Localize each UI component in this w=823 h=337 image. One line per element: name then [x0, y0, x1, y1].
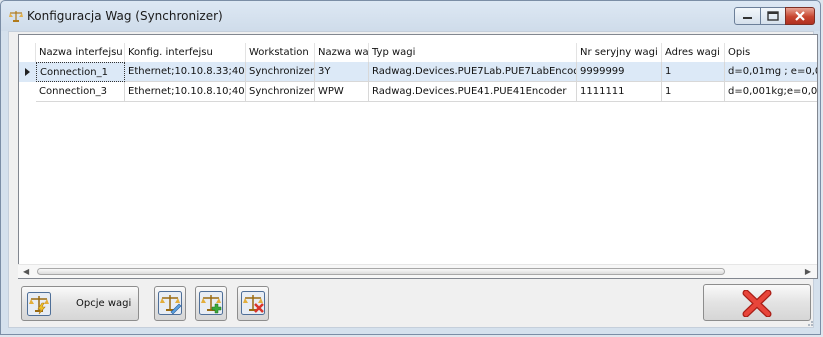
scale-icon	[9, 11, 23, 22]
current-row-arrow-icon	[25, 68, 30, 76]
row-header[interactable]	[19, 82, 36, 102]
minimize-icon	[743, 17, 752, 19]
column-header[interactable]: Typ wagi	[369, 43, 577, 62]
column-header[interactable]: Nazwa wagi	[315, 43, 369, 62]
close-icon	[795, 11, 805, 21]
table-cell[interactable]: 1	[662, 62, 725, 82]
column-header[interactable]: Konfig. interfejsu	[125, 43, 246, 62]
row-header-corner	[19, 43, 36, 62]
close-window-button[interactable]	[785, 7, 815, 25]
title-bar[interactable]: Konfiguracja Wag (Synchronizer)	[1, 1, 820, 31]
resize-grip-icon[interactable]	[804, 317, 814, 327]
scale-edit-icon	[158, 291, 182, 315]
maximize-icon	[767, 11, 779, 21]
column-header[interactable]: Adres wagi	[662, 43, 725, 62]
table-cell[interactable]: d=0,01mg ; e=0,01	[725, 62, 817, 82]
table-cell[interactable]: Connection_3	[36, 82, 125, 102]
scale-add-icon	[199, 291, 223, 315]
table-cell[interactable]: Radwag.Devices.PUE41.PUE41Encoder	[369, 82, 577, 102]
table-cell[interactable]: Connection_1	[36, 62, 125, 82]
scroll-left-icon[interactable]: ◀	[23, 267, 29, 276]
delete-scale-button[interactable]	[237, 286, 269, 321]
window-title: Konfiguracja Wag (Synchronizer)	[27, 9, 223, 23]
table-cell[interactable]: Ethernet;10.10.8.33;4001	[125, 62, 246, 82]
table-cell[interactable]: d=0,001kg;e=0,00	[725, 82, 817, 102]
scale-lightning-icon	[27, 292, 51, 316]
horizontal-scrollbar[interactable]: ◀ ▶	[18, 264, 817, 278]
table-cell[interactable]: Ethernet;10.10.8.10;4001	[125, 82, 246, 102]
add-scale-button[interactable]	[195, 286, 227, 321]
table-cell[interactable]: 9999999	[577, 62, 662, 82]
cancel-button[interactable]	[703, 284, 811, 321]
column-header[interactable]: Nr seryjny wagi	[577, 43, 662, 62]
table-cell[interactable]: WPW	[315, 82, 369, 102]
scrollbar-thumb[interactable]	[37, 268, 725, 275]
table-cell[interactable]: 1	[662, 82, 725, 102]
table-cell[interactable]: 3Y	[315, 62, 369, 82]
scroll-right-icon[interactable]: ▶	[805, 267, 811, 276]
table-cell[interactable]: Synchronizer	[246, 62, 315, 82]
table-cell[interactable]: Synchronizer	[246, 82, 315, 102]
table-cell[interactable]: Radwag.Devices.PUE7Lab.PUE7LabEncoder	[369, 62, 577, 82]
scale-options-button[interactable]: Opcje wagi	[21, 286, 139, 321]
table-cell[interactable]: 1111111	[577, 82, 662, 102]
table-row[interactable]: Connection_3 Ethernet;10.10.8.10;4001 Sy…	[19, 82, 817, 102]
column-header[interactable]: Workstation	[246, 43, 315, 62]
maximize-button[interactable]	[760, 7, 786, 25]
scale-options-label: Opcje wagi	[76, 298, 132, 309]
scales-table: Nazwa interfejsu Konfig. interfejsu Work…	[18, 34, 818, 279]
scale-delete-icon	[241, 291, 265, 315]
column-header[interactable]: Opis	[725, 43, 817, 62]
minimize-button[interactable]	[734, 7, 761, 25]
red-x-icon	[742, 290, 772, 317]
column-header[interactable]: Nazwa interfejsu	[36, 43, 125, 62]
table-header: Nazwa interfejsu Konfig. interfejsu Work…	[19, 43, 817, 62]
window: Konfiguracja Wag (Synchronizer) Nazwa in…	[0, 0, 821, 335]
edit-scale-button[interactable]	[154, 286, 186, 321]
table-row[interactable]: Connection_1 Ethernet;10.10.8.33;4001 Sy…	[19, 62, 817, 82]
